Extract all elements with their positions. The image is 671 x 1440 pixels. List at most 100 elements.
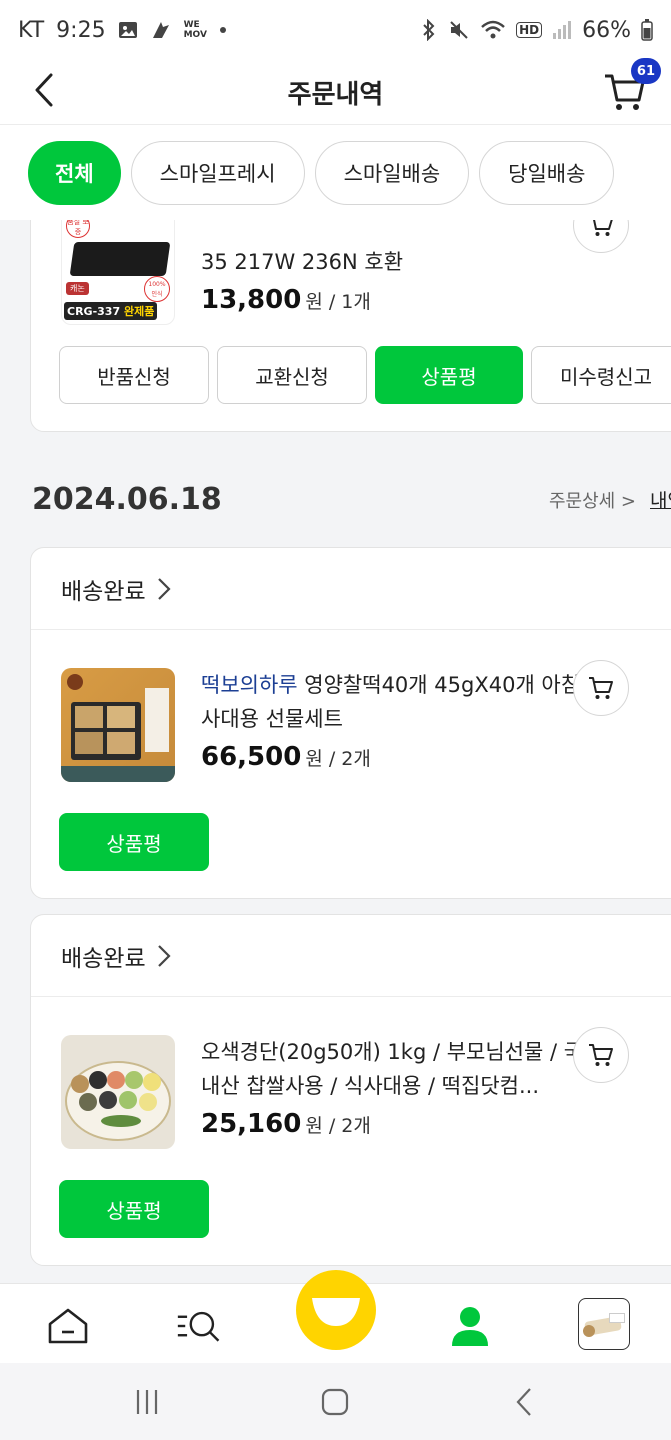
carrier: KT (18, 17, 45, 43)
complete-label: 완제품 (123, 305, 155, 318)
product-price: 66,500 (201, 742, 302, 772)
review-button[interactable]: 상품평 (375, 346, 523, 404)
chevron-right-icon (157, 577, 171, 600)
chevron-left-icon (35, 73, 53, 107)
percent-tag: 100% 인식 (144, 276, 170, 302)
system-nav (0, 1363, 671, 1440)
app-header: 주문내역 61 (0, 58, 671, 124)
quality-tag: 품질 보증 (66, 220, 90, 238)
nav-home[interactable] (44, 1302, 92, 1350)
product-row[interactable]: 오색경단(20g50개) 1kg / 부모님선물 / 국내산 찹쌀사용 / 식사… (61, 1035, 601, 1149)
gallery-icon (118, 22, 137, 38)
delivery-status-label: 배송완료 (61, 945, 146, 972)
product-info: 오색경단(20g50개) 1kg / 부모님선물 / 국내산 찹쌀사용 / 식사… (201, 1035, 601, 1149)
recent-item[interactable] (578, 1298, 630, 1350)
person-icon (452, 1307, 488, 1346)
add-to-cart-button[interactable] (573, 660, 629, 716)
product-name: 오색경단(20g50개) 1kg / 부모님선물 / 국내산 찹쌀사용 / 식사… (201, 1040, 584, 1098)
action-buttons: 상품평 (59, 1180, 209, 1238)
delivery-status-label: 배송완료 (61, 578, 146, 605)
product-partial[interactable]: 품질 보증 캐논 100% 인식 CRG-337 완제품 35 217W 236… (61, 220, 601, 325)
product-info: 35 217W 236N 호환 13,800 원 / 1개 (201, 220, 601, 325)
cart-count-badge: 61 (630, 58, 661, 84)
smile-icon (312, 1298, 360, 1326)
filter-same-day[interactable]: 당일배송 (479, 140, 615, 205)
product-unit: 원 / 2개 (305, 1115, 371, 1137)
bluetooth-icon (423, 19, 435, 41)
nav-category-search[interactable] (176, 1302, 224, 1350)
mute-icon (450, 21, 468, 39)
status-right: HD 66% (420, 18, 653, 43)
return-request-button[interactable]: 반품신청 (59, 346, 209, 404)
brand-tag: 캐논 (66, 282, 89, 295)
back-button[interactable] (24, 68, 64, 112)
home-icon (48, 1308, 88, 1344)
chevron-right-icon (157, 944, 171, 967)
product-name: 떡보의하루 영양찰떡40개 45gX40개 아침식사대용 선물세트 (201, 668, 601, 736)
recent-apps-icon (136, 1390, 158, 1414)
product-thumb-toner: 품질 보증 캐논 100% 인식 CRG-337 완제품 (61, 220, 175, 325)
price-row: 66,500 원 / 2개 (201, 742, 601, 772)
dot-icon (219, 27, 226, 33)
back-system-button[interactable] (512, 1385, 536, 1419)
cart-icon (589, 677, 613, 699)
model-label: CRG-337 (67, 305, 121, 318)
product-thumb-gyeongdan (61, 1035, 175, 1149)
filter-all[interactable]: 전체 (28, 140, 121, 205)
product-info: 떡보의하루 영양찰떡40개 45gX40개 아침식사대용 선물세트 66,500… (201, 668, 601, 782)
cart-button[interactable]: 61 (603, 58, 661, 116)
filter-smile-delivery[interactable]: 스마일배송 (314, 140, 470, 205)
home-button[interactable] (320, 1385, 350, 1419)
order-card-partial: 품질 보증 캐논 100% 인식 CRG-337 완제품 35 217W 236… (30, 220, 671, 432)
cart-icon (593, 220, 613, 236)
bottom-nav (0, 1270, 671, 1363)
price-row: 25,160 원 / 2개 (201, 1109, 601, 1139)
order-card: 배송완료 떡보의하루 영양찰떡40개 45gX40개 아침식사대용 선물세트 6… (30, 547, 671, 899)
product-name: 35 217W 236N 호환 (201, 220, 601, 279)
battery-text: 66% (582, 17, 631, 43)
filter-bar: 전체 스마일프레시 스마일배송 당일배송 (0, 124, 671, 220)
product-row[interactable]: 떡보의하루 영양찰떡40개 45gX40개 아침식사대용 선물세트 66,500… (61, 668, 601, 782)
price-row: 13,800 원 / 1개 (201, 285, 601, 315)
action-buttons: 상품평 (59, 813, 209, 871)
signal-icon (553, 21, 572, 39)
cart-icon (589, 1044, 613, 1066)
recent-apps-button[interactable] (132, 1385, 162, 1419)
toner-shape (69, 242, 171, 276)
hd-icon: HD (516, 22, 543, 38)
delete-history-link[interactable]: 내역삭제 (650, 486, 671, 513)
order-detail-link[interactable]: 주문상세 > (549, 487, 636, 513)
nav-my-page[interactable] (446, 1302, 494, 1350)
product-price: 25,160 (201, 1109, 302, 1139)
home-button-icon (321, 1388, 349, 1416)
order-date: 2024.06.18 (32, 482, 222, 517)
date-group-header: 2024.06.18 주문상세 > 내역삭제 (32, 482, 671, 517)
search-menu-icon (177, 1311, 220, 1342)
smile-button[interactable] (296, 1270, 376, 1350)
status-left: KT 9:25 WE MOV (18, 18, 226, 43)
back-icon (516, 1388, 531, 1416)
not-received-button[interactable]: 미수령신고 (531, 346, 671, 404)
exchange-request-button[interactable]: 교환신청 (217, 346, 367, 404)
time: 9:25 (56, 17, 106, 43)
delivery-status[interactable]: 배송완료 (31, 915, 671, 997)
product-name-text: 35 217W 236N 호환 (201, 250, 404, 274)
filter-smile-fresh[interactable]: 스마일프레시 (130, 140, 305, 205)
order-card: 배송완료 오색경단(20g50개) 1kg / 부모님선물 / 국내산 찹쌀사용… (30, 914, 671, 1266)
product-brand[interactable]: 떡보의하루 (201, 673, 298, 697)
product-thumb-rice-cake (61, 668, 175, 782)
order-list[interactable]: 품질 보증 캐논 100% 인식 CRG-337 완제품 35 217W 236… (0, 220, 671, 1283)
product-unit: 원 / 1개 (305, 291, 371, 313)
review-button[interactable]: 상품평 (59, 1180, 209, 1238)
wifi-icon (481, 20, 505, 39)
delivery-status[interactable]: 배송완료 (31, 548, 671, 630)
page-title: 주문내역 (287, 79, 384, 110)
battery-icon (641, 19, 653, 41)
product-price: 13,800 (201, 285, 302, 315)
review-button[interactable]: 상품평 (59, 813, 209, 871)
product-unit: 원 / 2개 (305, 748, 371, 770)
app-icon (152, 22, 169, 38)
model-tag: CRG-337 완제품 (64, 302, 158, 320)
wemov-icon: WE MOV (183, 20, 207, 40)
add-to-cart-button[interactable] (573, 1027, 629, 1083)
